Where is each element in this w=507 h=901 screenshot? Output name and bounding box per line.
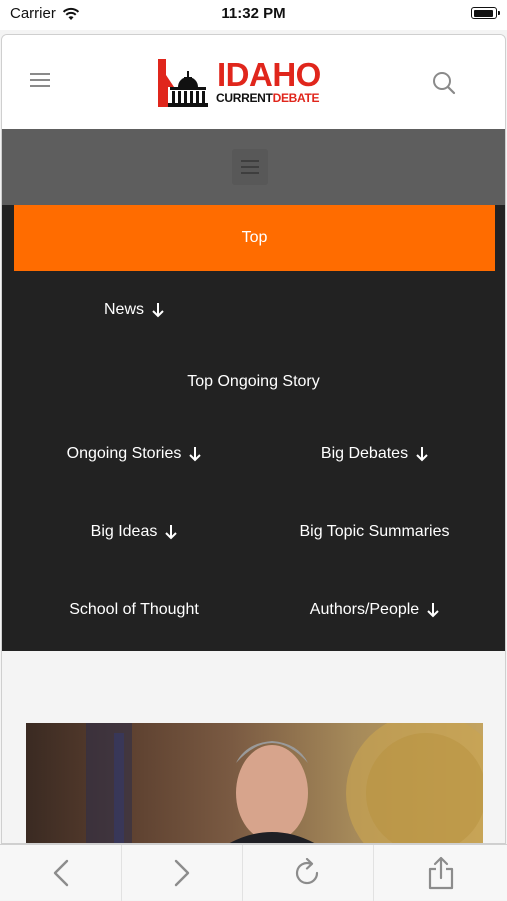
menu-item-authors-people[interactable]: Authors/People — [254, 585, 495, 635]
featured-image[interactable] — [26, 723, 483, 843]
featured-photo-art — [86, 723, 483, 843]
browser-toolbar — [0, 844, 507, 901]
menu-item-label: Big Topic Summaries — [299, 523, 450, 540]
menu-item-big-debates[interactable]: Big Debates — [254, 429, 495, 479]
back-icon — [53, 859, 68, 887]
menu-item-top[interactable]: Top — [14, 205, 495, 271]
back-button[interactable] — [0, 845, 121, 901]
arrow-down-icon[interactable] — [189, 446, 202, 462]
menu-item-big-topic-summaries[interactable]: Big Topic Summaries — [254, 507, 495, 557]
menu-item-label: Big Debates — [320, 445, 409, 462]
menu-item-top-ongoing-story[interactable]: Top Ongoing Story — [2, 357, 505, 407]
arrow-down-icon[interactable] — [152, 302, 164, 318]
status-bar: Carrier 11:32 PM — [0, 0, 507, 30]
menu-item-big-ideas[interactable]: Big Ideas — [14, 507, 254, 557]
capitol-icon — [158, 59, 208, 107]
forward-icon — [174, 859, 190, 887]
menu-item-label: Ongoing Stories — [66, 445, 182, 462]
logo-current: CURRENT — [216, 91, 273, 105]
nav-menu: Top News Top Ongoing Story Ongoing Stori… — [2, 205, 505, 651]
logo-debate: DEBATE — [272, 91, 320, 105]
site-header: IDAHO CURRENTDEBATE — [2, 35, 505, 130]
logo-subtitle: CURRENTDEBATE — [216, 91, 320, 105]
menu-item-school-of-thought[interactable]: School of Thought — [14, 585, 254, 635]
arrow-down-icon[interactable] — [427, 602, 439, 618]
menu-item-ongoing-stories[interactable]: Ongoing Stories — [14, 429, 254, 479]
nav-toggle-button[interactable] — [232, 149, 268, 185]
menu-item-label: Big Ideas — [90, 523, 158, 540]
share-button[interactable] — [374, 845, 507, 901]
menu-item-label: Authors/People — [309, 601, 420, 618]
site-logo[interactable]: IDAHO CURRENTDEBATE — [156, 57, 331, 109]
arrow-down-icon[interactable] — [416, 446, 428, 462]
search-icon[interactable] — [432, 71, 456, 95]
logo-title: IDAHO — [217, 56, 321, 93]
nav-toggle-bar — [2, 129, 505, 205]
menu-item-label: Top Ongoing Story — [187, 373, 320, 390]
web-page: IDAHO CURRENTDEBATE Top News Top Ongoing… — [1, 34, 506, 844]
forward-button[interactable] — [122, 845, 242, 901]
status-time: 11:32 PM — [221, 5, 286, 22]
arrow-down-icon[interactable] — [165, 524, 178, 540]
share-icon — [428, 856, 453, 890]
menu-item-news[interactable]: News — [14, 285, 254, 335]
menu-icon[interactable] — [30, 73, 50, 89]
menu-item-label: News — [103, 301, 144, 318]
battery-icon — [471, 7, 500, 19]
menu-item-label: School of Thought — [69, 601, 199, 618]
reload-button[interactable] — [243, 845, 373, 901]
reload-icon — [295, 858, 319, 885]
